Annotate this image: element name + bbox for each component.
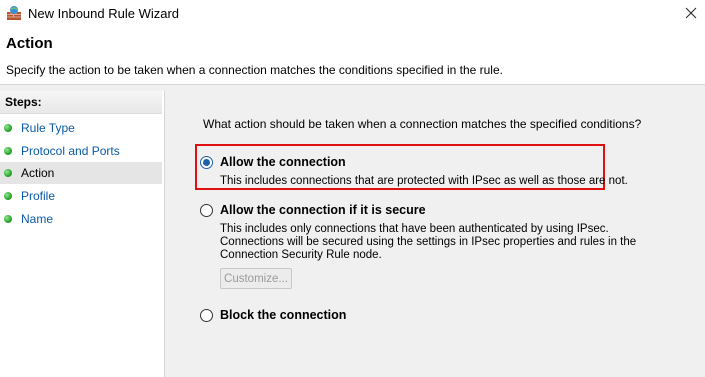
step-status-icon <box>4 192 12 200</box>
step-status-icon <box>4 124 12 132</box>
page-title: Action <box>6 35 53 52</box>
step-label: Protocol and Ports <box>21 144 120 158</box>
steps-heading-label: Steps: <box>5 95 42 109</box>
step-label: Rule Type <box>21 121 75 135</box>
page-header: Action Specify the action to be taken wh… <box>0 28 705 85</box>
steps-panel: Steps: Rule Type Protocol and Ports Acti… <box>0 91 165 377</box>
close-button[interactable] <box>677 0 705 28</box>
step-status-icon <box>4 169 12 177</box>
block-connection-radio[interactable] <box>200 309 213 322</box>
wizard-window: New Inbound Rule Wizard Action Specify t… <box>0 0 705 377</box>
allow-if-secure-radio[interactable] <box>200 204 213 217</box>
firewall-icon <box>6 5 22 21</box>
close-icon <box>685 7 697 22</box>
step-label: Name <box>21 212 54 226</box>
allow-connection-description: This includes connections that are prote… <box>220 175 628 187</box>
step-status-icon <box>4 215 12 223</box>
allow-if-secure-description: This includes only connections that have… <box>220 223 637 261</box>
main-content: What action should be taken when a conne… <box>166 91 705 377</box>
allow-if-secure-label[interactable]: Allow the connection if it is secure <box>220 203 426 217</box>
step-name[interactable]: Name <box>0 208 162 230</box>
step-action[interactable]: Action <box>0 162 162 184</box>
step-status-icon <box>4 147 12 155</box>
step-label: Action <box>21 166 55 180</box>
step-protocol-and-ports[interactable]: Protocol and Ports <box>0 140 162 162</box>
window-title: New Inbound Rule Wizard <box>28 6 180 21</box>
step-label: Profile <box>21 189 56 203</box>
page-description: Specify the action to be taken when a co… <box>6 63 503 77</box>
steps-heading: Steps: <box>0 91 162 114</box>
step-rule-type[interactable]: Rule Type <box>0 117 162 139</box>
customize-button[interactable]: Customize... <box>220 268 292 289</box>
block-connection-label[interactable]: Block the connection <box>220 308 346 322</box>
allow-connection-radio[interactable] <box>200 156 213 169</box>
action-question: What action should be taken when a conne… <box>203 117 642 131</box>
allow-connection-label[interactable]: Allow the connection <box>220 155 346 169</box>
step-profile[interactable]: Profile <box>0 185 162 207</box>
title-bar: New Inbound Rule Wizard <box>0 0 705 28</box>
